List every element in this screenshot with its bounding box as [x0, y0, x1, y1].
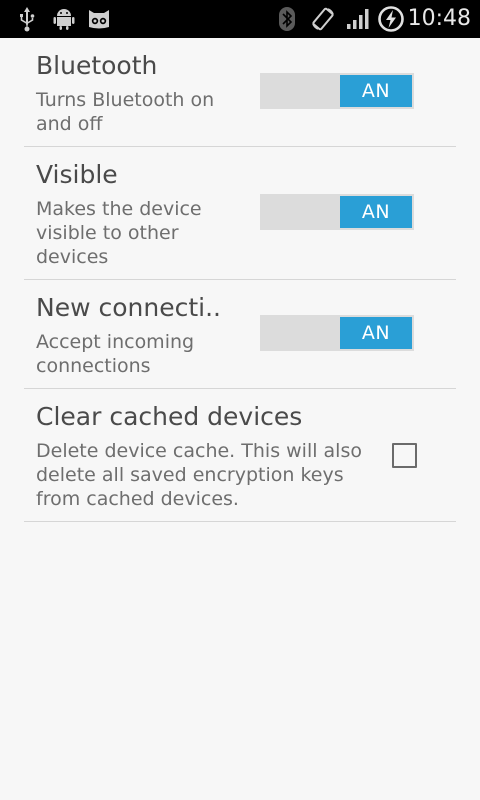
switch-thumb: AN	[340, 317, 412, 349]
switch-thumb: AN	[340, 196, 412, 228]
preference-title: Bluetooth	[36, 51, 158, 80]
clear-cache-checkbox[interactable]	[392, 443, 417, 468]
preference-summary: Accept incoming connections	[36, 331, 195, 377]
clear-cached-devices-preference[interactable]: Clear cached devices Delete device cache…	[24, 389, 456, 522]
switch-thumb: AN	[340, 75, 412, 107]
signal-icon	[344, 0, 372, 38]
bluetooth-icon	[276, 0, 298, 38]
new-connections-preference[interactable]: New connecti.. Accept incoming connectio…	[24, 280, 456, 389]
new-connections-switch[interactable]: AN	[260, 315, 414, 351]
rotation-icon	[310, 0, 336, 38]
preference-summary: Delete device cache. This will also dele…	[36, 440, 362, 510]
usb-icon	[16, 0, 38, 38]
preference-summary: Makes the device visible to other device…	[36, 198, 202, 268]
bluetooth-preference[interactable]: Bluetooth Turns Bluetooth on and off AN	[24, 38, 456, 147]
preference-title: Clear cached devices	[36, 402, 303, 431]
cyanogenmod-icon	[84, 0, 114, 38]
preference-title: Visible	[36, 160, 118, 189]
battery-charging-icon	[377, 0, 405, 38]
visible-preference[interactable]: Visible Makes the device visible to othe…	[24, 147, 456, 280]
preference-summary: Turns Bluetooth on and off	[36, 89, 215, 135]
bluetooth-switch[interactable]: AN	[260, 73, 414, 109]
clock: 10:48	[407, 6, 471, 31]
android-debug-icon	[52, 0, 76, 38]
visible-switch[interactable]: AN	[260, 194, 414, 230]
status-bar: 10:48	[0, 0, 480, 38]
preference-title: New connecti..	[36, 293, 221, 322]
bluetooth-settings-list: Bluetooth Turns Bluetooth on and off AN …	[24, 38, 456, 522]
